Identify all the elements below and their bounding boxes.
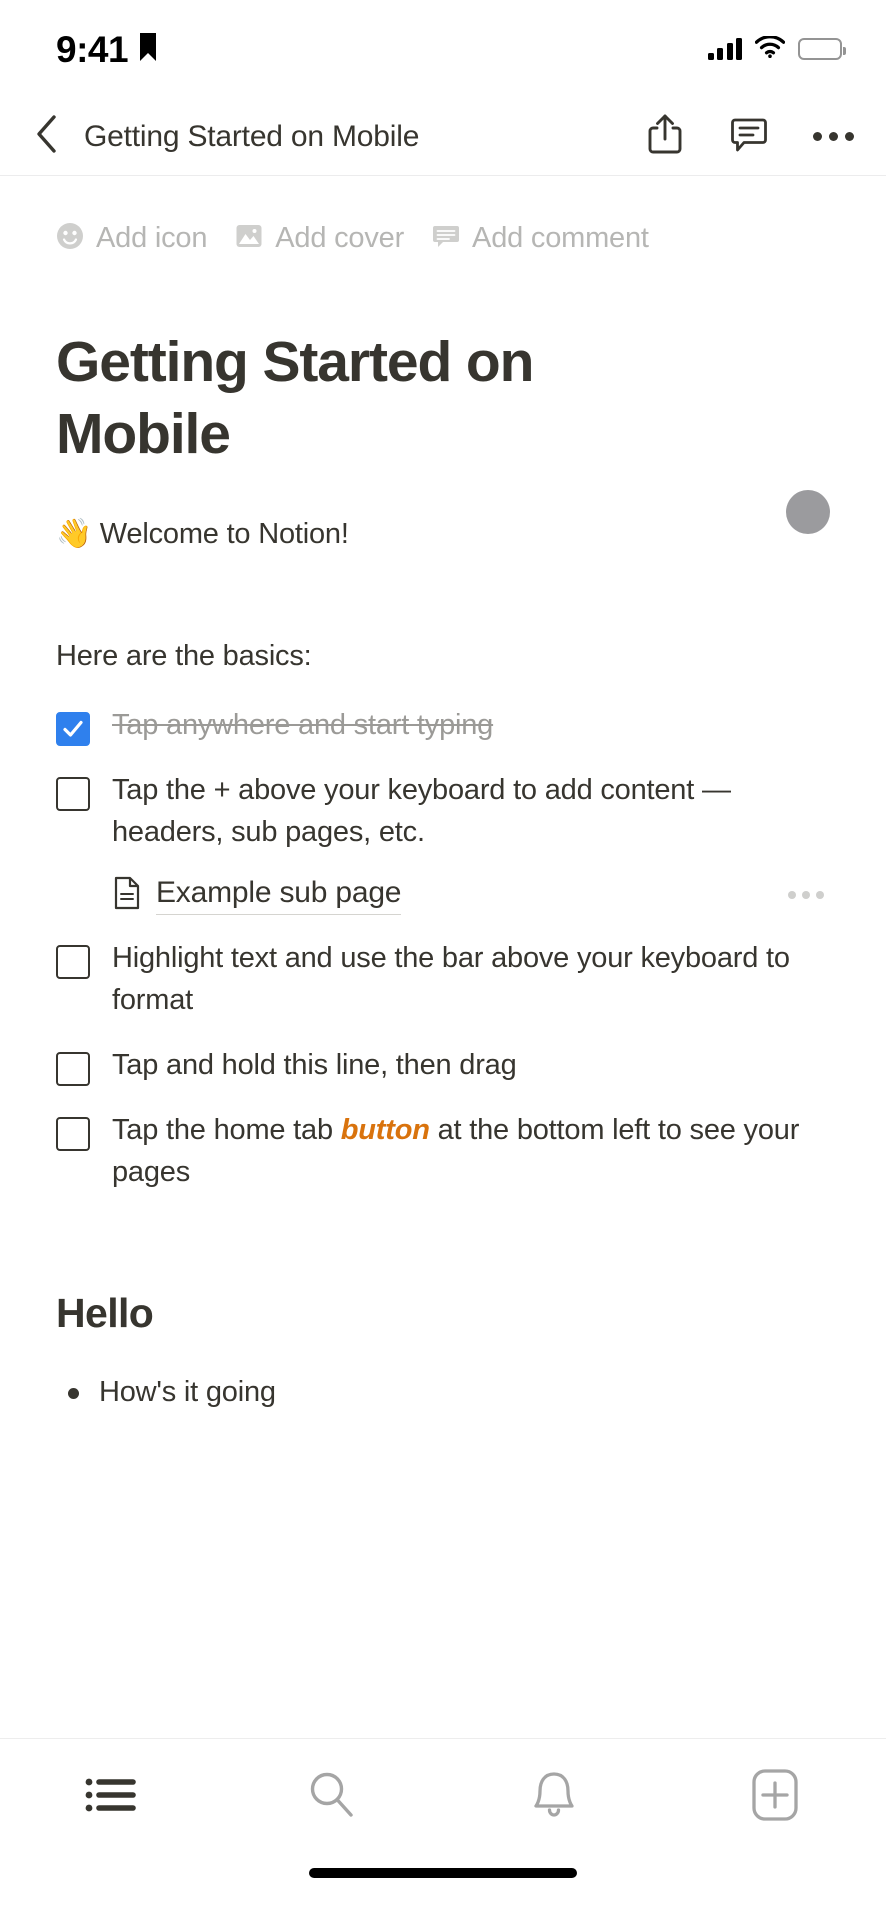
page-avatar[interactable] <box>786 490 830 534</box>
bullet-text: How's it going <box>99 1375 276 1408</box>
add-cover-button[interactable]: Add cover <box>235 222 404 255</box>
wave-emoji: 👋 <box>56 517 92 550</box>
share-button[interactable] <box>642 113 688 161</box>
back-button[interactable] <box>22 113 70 161</box>
todo-text: Tap and hold this line, then drag <box>112 1049 517 1081</box>
more-horizontal-icon <box>812 132 854 141</box>
bullet-dot-icon <box>68 1387 79 1399</box>
home-indicator[interactable] <box>309 1868 577 1878</box>
checkbox-checked[interactable] <box>56 711 90 746</box>
phone-screen: 9:41 Getting Started on Mobile Add icon … <box>0 0 886 1920</box>
todo-text: Tap anywhere and start typing <box>112 708 494 741</box>
page-document-icon <box>112 876 142 915</box>
basics-paragraph[interactable]: Here are the basics: <box>56 635 830 678</box>
todo-item[interactable]: Tap anywhere and start typing <box>56 704 830 747</box>
add-icon-button[interactable]: Add icon <box>56 222 207 255</box>
cellular-signal-icon <box>707 38 742 60</box>
todo-item[interactable]: Tap the home tab button at the bottom le… <box>56 1109 830 1194</box>
checkbox-unchecked[interactable] <box>56 944 90 979</box>
welcome-text: Welcome to Notion! <box>99 517 349 550</box>
todo-item[interactable]: Tap and hold this line, then drag <box>56 1044 830 1087</box>
battery-full-icon <box>798 38 846 60</box>
todo-text: Highlight text and use the bar above you… <box>112 941 790 1017</box>
todo-text: Tap the home tab button at the bottom le… <box>112 1109 830 1194</box>
tab-notifications[interactable] <box>443 1739 665 1856</box>
page-content: Add icon Add cover Add comment Getting S… <box>0 176 886 1738</box>
search-icon <box>306 1769 358 1826</box>
smiley-icon <box>56 222 84 255</box>
todo-text: Tap the + above your keyboard to add con… <box>112 773 731 849</box>
subpage-more-button[interactable] <box>788 891 830 900</box>
checkbox-unchecked[interactable] <box>56 1116 90 1151</box>
comment-button[interactable] <box>726 113 772 161</box>
welcome-paragraph[interactable]: 👋 Welcome to Notion! <box>56 513 830 556</box>
status-bar: 9:41 <box>0 0 886 98</box>
add-cover-label: Add cover <box>275 222 405 254</box>
navigation-bar: Getting Started on Mobile <box>0 98 886 176</box>
image-icon <box>235 222 263 255</box>
page-title[interactable]: Getting Started on Mobile <box>56 327 716 471</box>
chevron-left-icon <box>34 114 58 159</box>
more-button[interactable] <box>810 113 856 161</box>
todo-list: Tap anywhere and start typing Tap the + … <box>56 704 830 1194</box>
list-icon <box>84 1772 138 1823</box>
tab-new-page[interactable] <box>665 1739 886 1856</box>
tab-search[interactable] <box>222 1739 444 1856</box>
bell-icon <box>530 1769 578 1826</box>
share-icon <box>646 113 684 160</box>
home-indicator-area <box>0 1856 886 1920</box>
location-arrow-icon <box>138 32 158 67</box>
subpage-row[interactable]: Example sub page <box>112 876 830 915</box>
status-bar-left: 9:41 <box>56 31 158 68</box>
add-comment-button[interactable]: Add comment <box>432 222 649 255</box>
bulleted-list-item[interactable]: How's it going <box>56 1371 830 1414</box>
heading-hello[interactable]: Hello <box>56 1290 830 1337</box>
todo-item[interactable]: Highlight text and use the bar above you… <box>56 937 830 1022</box>
add-icon-label: Add icon <box>96 222 208 254</box>
todo-item[interactable]: Tap the + above your keyboard to add con… <box>56 769 830 854</box>
comment-bubble-icon <box>432 222 460 255</box>
subpage-link[interactable]: Example sub page <box>112 876 788 915</box>
status-bar-right <box>707 34 846 63</box>
plus-box-icon <box>751 1768 799 1827</box>
status-time: 9:41 <box>56 28 129 70</box>
wifi-icon <box>754 34 786 63</box>
todo-text-highlight: button <box>340 1113 430 1146</box>
subpage-title: Example sub page <box>156 876 401 915</box>
checkbox-unchecked[interactable] <box>56 776 90 811</box>
nav-title: Getting Started on Mobile <box>84 119 420 153</box>
tab-home[interactable] <box>0 1739 222 1856</box>
todo-text-before: Tap the home tab <box>112 1113 341 1146</box>
page-add-row: Add icon Add cover Add comment <box>56 222 830 255</box>
checkbox-unchecked[interactable] <box>56 1052 90 1086</box>
bottom-tab-bar <box>0 1738 886 1856</box>
add-comment-label: Add comment <box>472 222 649 254</box>
comment-icon <box>729 114 769 159</box>
nav-actions <box>642 113 856 161</box>
